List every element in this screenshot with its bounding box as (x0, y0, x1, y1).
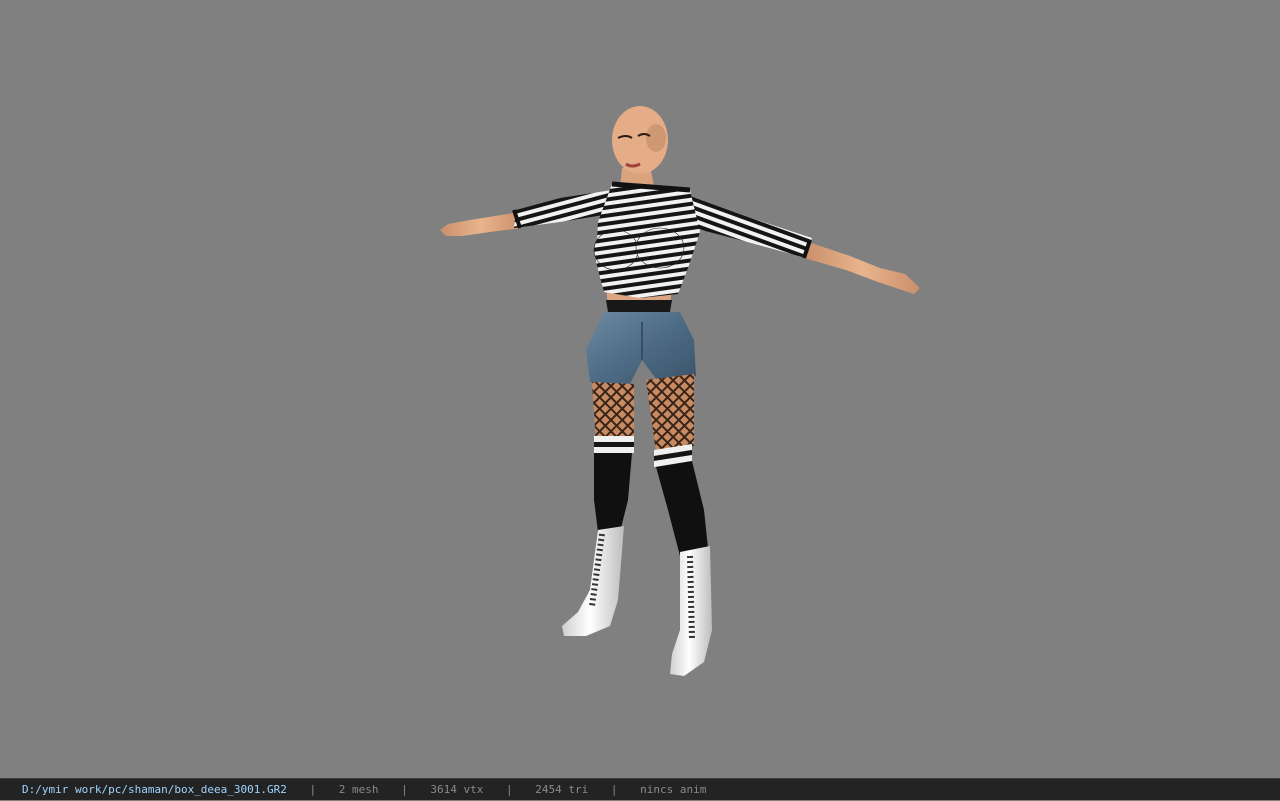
left-fishnet (592, 382, 634, 444)
anim-status: nincs anim (640, 783, 707, 796)
vertex-count: 3614 vtx (430, 783, 484, 796)
character-model (440, 106, 920, 676)
left-boot (562, 526, 624, 636)
status-bar: D:/ymir work/pc/shaman/box_deea_3001.GR2… (0, 778, 1280, 800)
separator: | (401, 783, 408, 796)
left-sock (594, 453, 632, 532)
mesh-count: 2 mesh (338, 783, 379, 796)
right-fishnet (646, 374, 694, 452)
separator: | (309, 783, 317, 796)
separator: | (506, 783, 513, 796)
left-arm (440, 190, 612, 236)
3d-viewport[interactable] (0, 0, 1280, 778)
right-arm (686, 196, 920, 294)
separator: | (610, 783, 618, 796)
denim-shorts (586, 312, 696, 384)
head (612, 106, 668, 174)
right-sock (656, 461, 708, 556)
waistband (606, 300, 672, 312)
file-path: D:/ymir work/pc/shaman/box_deea_3001.GR2 (22, 783, 287, 796)
right-boot (670, 546, 712, 676)
triangle-count: 2454 tri (535, 783, 589, 796)
